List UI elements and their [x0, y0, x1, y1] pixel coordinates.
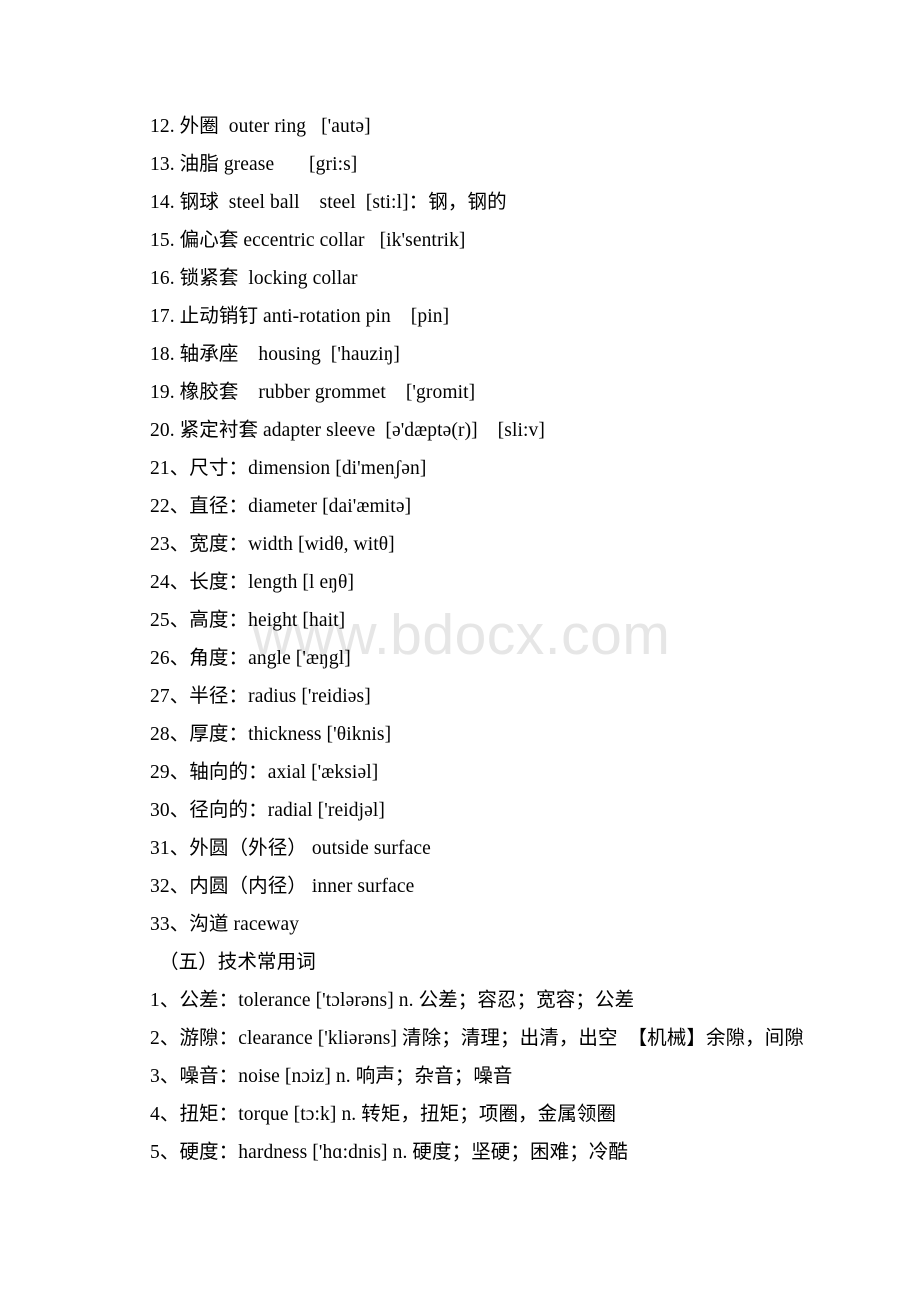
glossary-line: 30、径向的：radial ['reidjəl] [150, 800, 385, 821]
glossary-line: 27、半径：radius ['reidiəs] [150, 686, 371, 707]
glossary-line: 20. 紧定衬套 adapter sleeve [ə'dæptə(r)] [sl… [150, 420, 545, 441]
glossary-line: 19. 橡胶套 rubber grommet ['gromit] [150, 382, 476, 403]
glossary-line: 23、宽度：width [widθ, witθ] [150, 534, 395, 555]
glossary-line: 5、硬度：hardness ['hɑ:dnis] n. 硬度；坚硬；困难；冷酷 [150, 1142, 629, 1163]
glossary-line: 12. 外圈 outer ring ['autə] [150, 116, 371, 137]
glossary-line: 14. 钢球 steel ball steel [sti:l]：钢，钢的 [150, 192, 507, 213]
glossary-line: 33、沟道 raceway [150, 914, 300, 935]
glossary-line: 1、公差：tolerance ['tɔlərəns] n. 公差；容忍；宽容；公… [150, 990, 635, 1011]
glossary-line: 26、角度：angle ['æŋgl] [150, 648, 351, 669]
glossary-line: 25、高度：height [hait] [150, 610, 346, 631]
glossary-line: 32、内圆（内径） inner surface [150, 876, 415, 897]
glossary-line: 24、长度：length [l eŋθ] [150, 572, 355, 593]
glossary-line: 28、厚度：thickness ['θiknis] [150, 724, 392, 745]
glossary-line: 17. 止动销钉 anti-rotation pin [pin] [150, 306, 450, 327]
glossary-line: 18. 轴承座 housing ['hauziŋ] [150, 344, 401, 365]
glossary-line: 21、尺寸：dimension [di'menʃən] [150, 458, 427, 479]
glossary-line: 22、直径：diameter [dai'æmitə] [150, 496, 412, 517]
glossary-line: 16. 锁紧套 locking collar [150, 268, 358, 289]
glossary-line: 31、外圆（外径） outside surface [150, 838, 431, 859]
glossary-line: 4、扭矩：torque [tɔ:k] n. 转矩，扭矩；项圈，金属领圈 [150, 1104, 617, 1125]
document-body: 12. 外圈 outer ring ['autə] 13. 油脂 grease … [150, 108, 880, 1172]
glossary-line: 2、游隙：clearance ['kliərəns] 清除；清理；出清，出空 【… [150, 1028, 804, 1049]
document-page: www.bdocx.com 12. 外圈 outer ring ['autə] … [0, 0, 920, 1302]
glossary-line: 29、轴向的：axial ['æksiəl] [150, 762, 379, 783]
glossary-line: 15. 偏心套 eccentric collar [ik'sentrik] [150, 230, 466, 251]
section-heading: （五）技术常用词 [159, 952, 316, 973]
glossary-line: 13. 油脂 grease [gri:s] [150, 154, 358, 175]
glossary-line: 3、噪音：noise [nɔiz] n. 响声；杂音；噪音 [150, 1066, 513, 1087]
